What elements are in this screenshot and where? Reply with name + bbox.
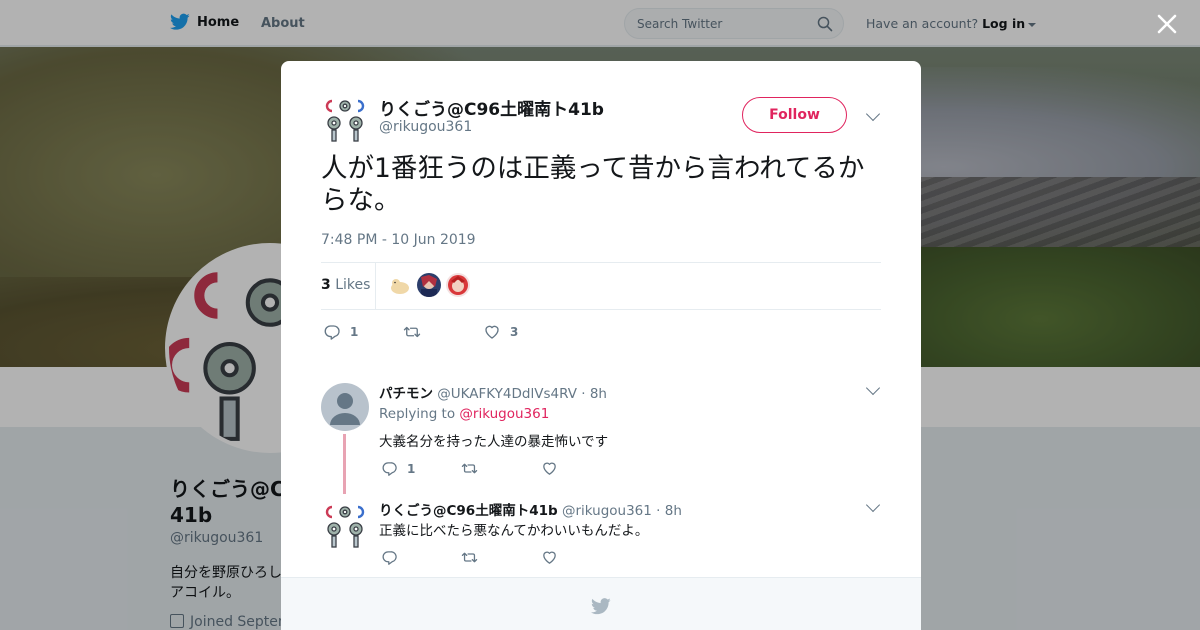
chevron-down-icon[interactable]: [865, 380, 881, 396]
reply-count: 1: [407, 461, 416, 476]
like-action[interactable]: [541, 549, 558, 566]
reply-icon: [382, 551, 397, 565]
close-icon[interactable]: [1153, 10, 1181, 38]
like-action[interactable]: [541, 460, 558, 477]
reply-actions: [381, 549, 558, 566]
like-count: 3: [510, 325, 519, 339]
reply-time[interactable]: · 8h: [656, 503, 682, 519]
retweet-action[interactable]: [461, 460, 541, 477]
twitter-bird-icon[interactable]: [591, 598, 611, 615]
replying-prefix: Replying to: [379, 406, 456, 422]
tweet-modal: りくごう@C96土曜南ト41b @rikugou361 Follow 人が1番狂…: [281, 61, 921, 630]
reply-author-name[interactable]: りくごう@C96土曜南ト41b: [379, 503, 558, 519]
liker-avatar[interactable]: [417, 273, 441, 297]
likes-summary[interactable]: 3 Likes: [321, 277, 370, 293]
reply-text: 正義に比べたら悪なんてかわいいもんだよ。: [379, 523, 649, 539]
reply-time[interactable]: · 8h: [581, 386, 607, 402]
reply-action[interactable]: 1: [381, 460, 461, 477]
retweet-icon: [461, 463, 478, 474]
liker-avatar[interactable]: [388, 273, 412, 297]
divider: [321, 309, 881, 310]
reply-action[interactable]: [381, 549, 461, 566]
tweet-text: 人が1番狂うのは正義って昔から言われてるからな。: [321, 153, 865, 216]
reply-count: 1: [350, 325, 359, 339]
reply-author-handle[interactable]: @rikugou361: [562, 503, 652, 519]
retweet-action[interactable]: [403, 323, 483, 341]
reply-author-handle[interactable]: @UKAFKY4DdlVs4RV: [437, 386, 577, 402]
author-avatar[interactable]: [321, 95, 369, 143]
reply-header: パチモン @UKAFKY4DdlVs4RV · 8h: [379, 382, 607, 402]
tweet-actions: 1 3: [323, 323, 518, 341]
tweet-author-name[interactable]: りくごう@C96土曜南ト41b: [379, 95, 604, 120]
reply-author-avatar[interactable]: [321, 501, 369, 549]
heart-icon: [485, 325, 499, 339]
reply-icon: [324, 325, 340, 340]
follow-button[interactable]: Follow: [742, 97, 847, 133]
modal-footer: [281, 577, 921, 630]
retweet-icon: [461, 552, 478, 563]
reply-author-name[interactable]: パチモン: [379, 386, 433, 402]
chevron-down-icon[interactable]: [865, 497, 881, 513]
reply-header: りくごう@C96土曜南ト41b @rikugou361 · 8h: [379, 499, 682, 519]
divider: [321, 262, 881, 263]
tweet-timestamp[interactable]: 7:48 PM - 10 Jun 2019: [321, 232, 476, 248]
replying-to-handle[interactable]: @rikugou361: [459, 406, 549, 422]
likes-count: 3: [321, 277, 331, 293]
reply-icon: [382, 462, 397, 476]
divider: [375, 263, 376, 309]
liker-avatar[interactable]: [446, 273, 470, 297]
reply-action[interactable]: 1: [323, 323, 403, 341]
retweet-action[interactable]: [461, 549, 541, 566]
retweet-icon: [403, 326, 421, 338]
chevron-down-icon[interactable]: [865, 106, 881, 122]
heart-icon: [543, 462, 556, 475]
reply-text: 大義名分を持った人達の暴走怖いです: [379, 434, 609, 450]
reply-actions: 1: [381, 460, 558, 477]
reply-author-avatar[interactable]: [321, 383, 369, 431]
like-action[interactable]: 3: [483, 323, 518, 341]
thread-connector: [343, 434, 346, 494]
tweet-author-handle[interactable]: @rikugou361: [379, 119, 472, 135]
replying-to: Replying to @rikugou361: [379, 406, 549, 422]
heart-icon: [543, 551, 556, 564]
likes-label: Likes: [335, 277, 371, 293]
